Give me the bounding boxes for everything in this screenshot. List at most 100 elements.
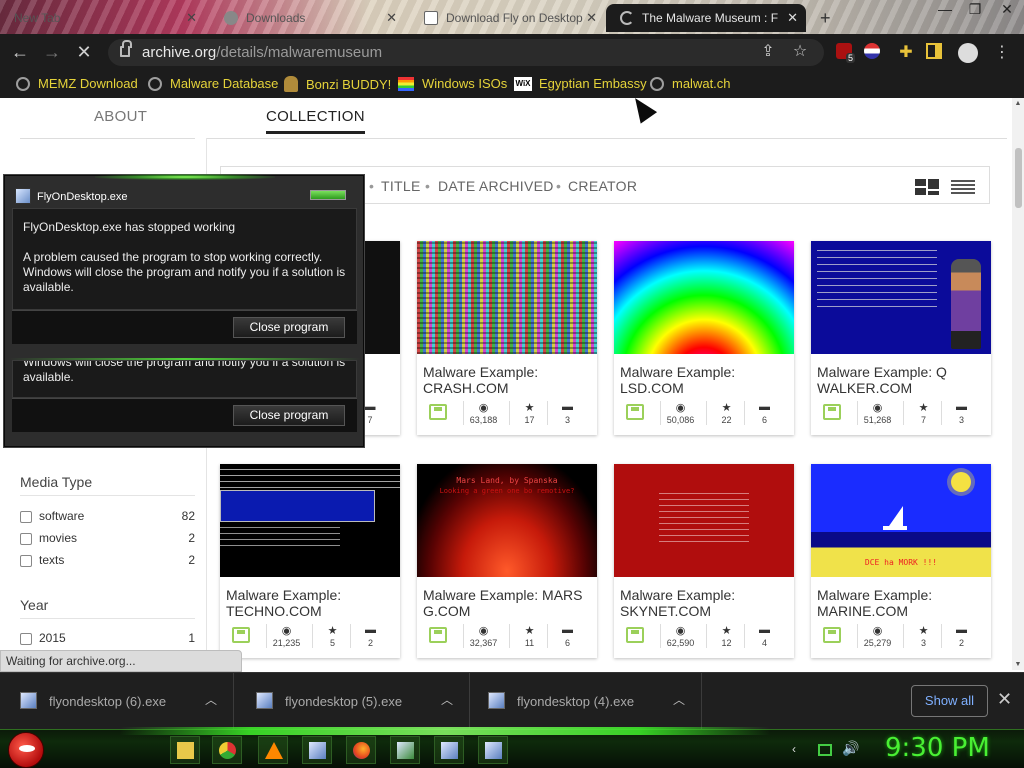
close-download-bar-icon[interactable]: ✕ — [997, 689, 1012, 710]
item-thumbnail[interactable]: Mars Land, by Spanska Looking a green on… — [417, 464, 597, 577]
tab-malware-museum[interactable]: The Malware Museum : F ✕ — [606, 4, 806, 32]
item-thumbnail[interactable] — [220, 464, 400, 577]
tab-close-icon[interactable]: ✕ — [186, 10, 197, 26]
favorites-count: 5 — [329, 638, 335, 648]
error-dialog[interactable]: FlyOnDesktop.exe FlyOnDesktop.exe has st… — [4, 174, 364, 447]
chevron-up-icon[interactable]: ︿ — [441, 691, 453, 708]
taskbar-app[interactable] — [390, 736, 420, 764]
item-card[interactable]: DCE ha MORK !!! Malware Example: MARINE.… — [811, 464, 991, 658]
taskbar-flyondesktop[interactable] — [478, 736, 508, 764]
tab-download-fly[interactable]: Download Fly on Desktop ✕ — [410, 4, 605, 32]
close-program-button[interactable]: Close program — [233, 317, 345, 338]
item-card[interactable]: Mars Land, by Spanska Looking a green on… — [417, 464, 597, 658]
side-panel-icon[interactable] — [926, 43, 946, 63]
chevron-up-icon[interactable]: ︿ — [673, 691, 685, 708]
page-scrollbar[interactable]: ▲ ▼ — [1012, 98, 1024, 670]
tab-close-icon[interactable]: ✕ — [787, 10, 798, 26]
chevron-up-icon[interactable]: ︿ — [205, 691, 217, 708]
tab-close-icon[interactable]: ✕ — [586, 10, 597, 26]
item-card[interactable]: Malware Example: CRASH.COM ◉ 63,188 ★ 17 ▬… — [417, 241, 597, 435]
ublock-extension-icon[interactable]: 5 — [836, 43, 856, 63]
item-thumbnail[interactable] — [614, 464, 794, 577]
checkbox[interactable] — [20, 555, 32, 567]
facet-2015[interactable]: 2015 1 — [20, 630, 195, 648]
start-button-angry-bird-icon[interactable] — [8, 732, 44, 768]
item-title[interactable]: Malware Example: Q WALKER.COM — [817, 364, 987, 396]
item-title[interactable]: Malware Example: CRASH.COM — [423, 364, 593, 396]
item-card[interactable]: Malware Example: Q WALKER.COM ◉ 51,268 ★ 7… — [811, 241, 991, 435]
download-item[interactable]: flyondesktop (6).exe ︿ — [0, 673, 234, 730]
stop-loading-icon[interactable]: ✕ — [72, 40, 96, 64]
profile-avatar-icon[interactable] — [958, 43, 978, 63]
item-thumbnail[interactable] — [614, 241, 794, 354]
checkbox[interactable] — [20, 633, 32, 645]
facet-software[interactable]: software 82 — [20, 508, 195, 526]
scroll-down-icon[interactable]: ▼ — [1012, 661, 1024, 668]
item-thumbnail[interactable] — [811, 241, 991, 354]
favorites-count: 12 — [721, 638, 732, 648]
scroll-up-icon[interactable]: ▲ — [1012, 100, 1024, 107]
taskbar-explorer[interactable] — [170, 736, 200, 764]
item-card[interactable]: Malware Example: SKYNET.COM ◉ 62,590 ★ 12 … — [614, 464, 794, 658]
taskbar-flyondesktop[interactable] — [434, 736, 464, 764]
new-tab-button[interactable]: + — [812, 4, 840, 32]
bookmark-bonzi[interactable]: Bonzi BUDDY! — [284, 76, 391, 92]
tray-chevron-icon[interactable]: ‹ — [792, 742, 796, 756]
address-bar[interactable]: archive.org/details/malwaremuseum ⇪ ☆ — [108, 39, 824, 66]
taskbar-firefox[interactable] — [346, 736, 376, 764]
facet-texts[interactable]: texts 2 — [20, 552, 195, 570]
taskbar-chrome[interactable] — [212, 736, 242, 764]
tab-about[interactable]: ABOUT — [94, 108, 147, 125]
menu-kebab-icon[interactable]: ⋮ — [992, 43, 1012, 63]
tab-new-tab[interactable]: New Tab ✕ — [0, 4, 205, 32]
tile-view-icon[interactable] — [915, 179, 939, 200]
bookmark-star-icon[interactable]: ☆ — [790, 42, 810, 62]
taskbar-installer[interactable] — [302, 736, 332, 764]
sort-title-link[interactable]: TITLE — [381, 178, 421, 194]
checkbox[interactable] — [20, 511, 32, 523]
lock-icon[interactable] — [120, 40, 132, 57]
taskbar-vlc[interactable] — [258, 736, 288, 764]
separator: • — [556, 178, 562, 194]
dialog-close-icon[interactable] — [310, 190, 346, 200]
bookmark-egyptian-embassy[interactable]: WiX Egyptian Embassy — [514, 76, 647, 91]
vpn-extension-icon[interactable] — [864, 43, 884, 63]
list-view-icon[interactable] — [951, 179, 975, 200]
facet-movies[interactable]: movies 2 — [20, 530, 195, 548]
extensions-puzzle-icon[interactable]: ✚ — [896, 43, 916, 63]
minimize-button[interactable]: — — [930, 0, 960, 18]
close-program-button[interactable]: Close program — [233, 405, 345, 426]
item-title[interactable]: Malware Example: TECHNO.COM — [226, 587, 396, 619]
bookmark-malwatch[interactable]: malwat.ch — [650, 76, 731, 91]
share-icon[interactable]: ⇪ — [758, 42, 778, 62]
url-text[interactable]: archive.org/details/malwaremuseum — [142, 44, 382, 61]
item-card[interactable]: Malware Example: TECHNO.COM ◉ 21,235 ★ 5 ▬… — [220, 464, 400, 658]
item-title[interactable]: Malware Example: MARINE.COM — [817, 587, 987, 619]
forward-arrow-icon[interactable]: → — [40, 40, 64, 64]
item-title[interactable]: Malware Example: SKYNET.COM — [620, 587, 790, 619]
speaker-icon[interactable]: 🔊 — [842, 740, 859, 757]
sort-creator-link[interactable]: CREATOR — [568, 178, 637, 194]
close-window-button[interactable]: ✕ — [992, 0, 1022, 18]
maximize-button[interactable]: ❐ — [960, 0, 990, 18]
sort-date-archived-link[interactable]: DATE ARCHIVED — [438, 178, 554, 194]
scrollbar-thumb[interactable] — [1015, 148, 1022, 208]
back-arrow-icon[interactable]: ← — [8, 40, 32, 64]
show-all-button[interactable]: Show all — [911, 685, 988, 717]
page-icon — [424, 11, 438, 25]
item-title[interactable]: Malware Example: LSD.COM — [620, 364, 790, 396]
tab-collection[interactable]: COLLECTION — [266, 108, 365, 134]
download-item[interactable]: flyondesktop (5).exe ︿ — [236, 673, 470, 730]
checkbox[interactable] — [20, 533, 32, 545]
tab-close-icon[interactable]: ✕ — [386, 10, 397, 26]
bookmark-windows-isos[interactable]: Windows ISOs — [398, 76, 507, 91]
item-thumbnail[interactable]: DCE ha MORK !!! — [811, 464, 991, 577]
download-item[interactable]: flyondesktop (4).exe ︿ — [468, 673, 702, 730]
bookmark-malware-database[interactable]: Malware Database — [148, 76, 278, 91]
item-title[interactable]: Malware Example: MARS G.COM — [423, 587, 593, 619]
clock[interactable]: 9:30 PM — [885, 733, 990, 763]
tab-downloads[interactable]: Downloads ✕ — [210, 4, 405, 32]
bookmark-memz[interactable]: MEMZ Download — [16, 76, 138, 91]
item-card[interactable]: Malware Example: LSD.COM ◉ 50,086 ★ 22 ▬ 6 — [614, 241, 794, 435]
battery-icon[interactable] — [818, 744, 832, 756]
